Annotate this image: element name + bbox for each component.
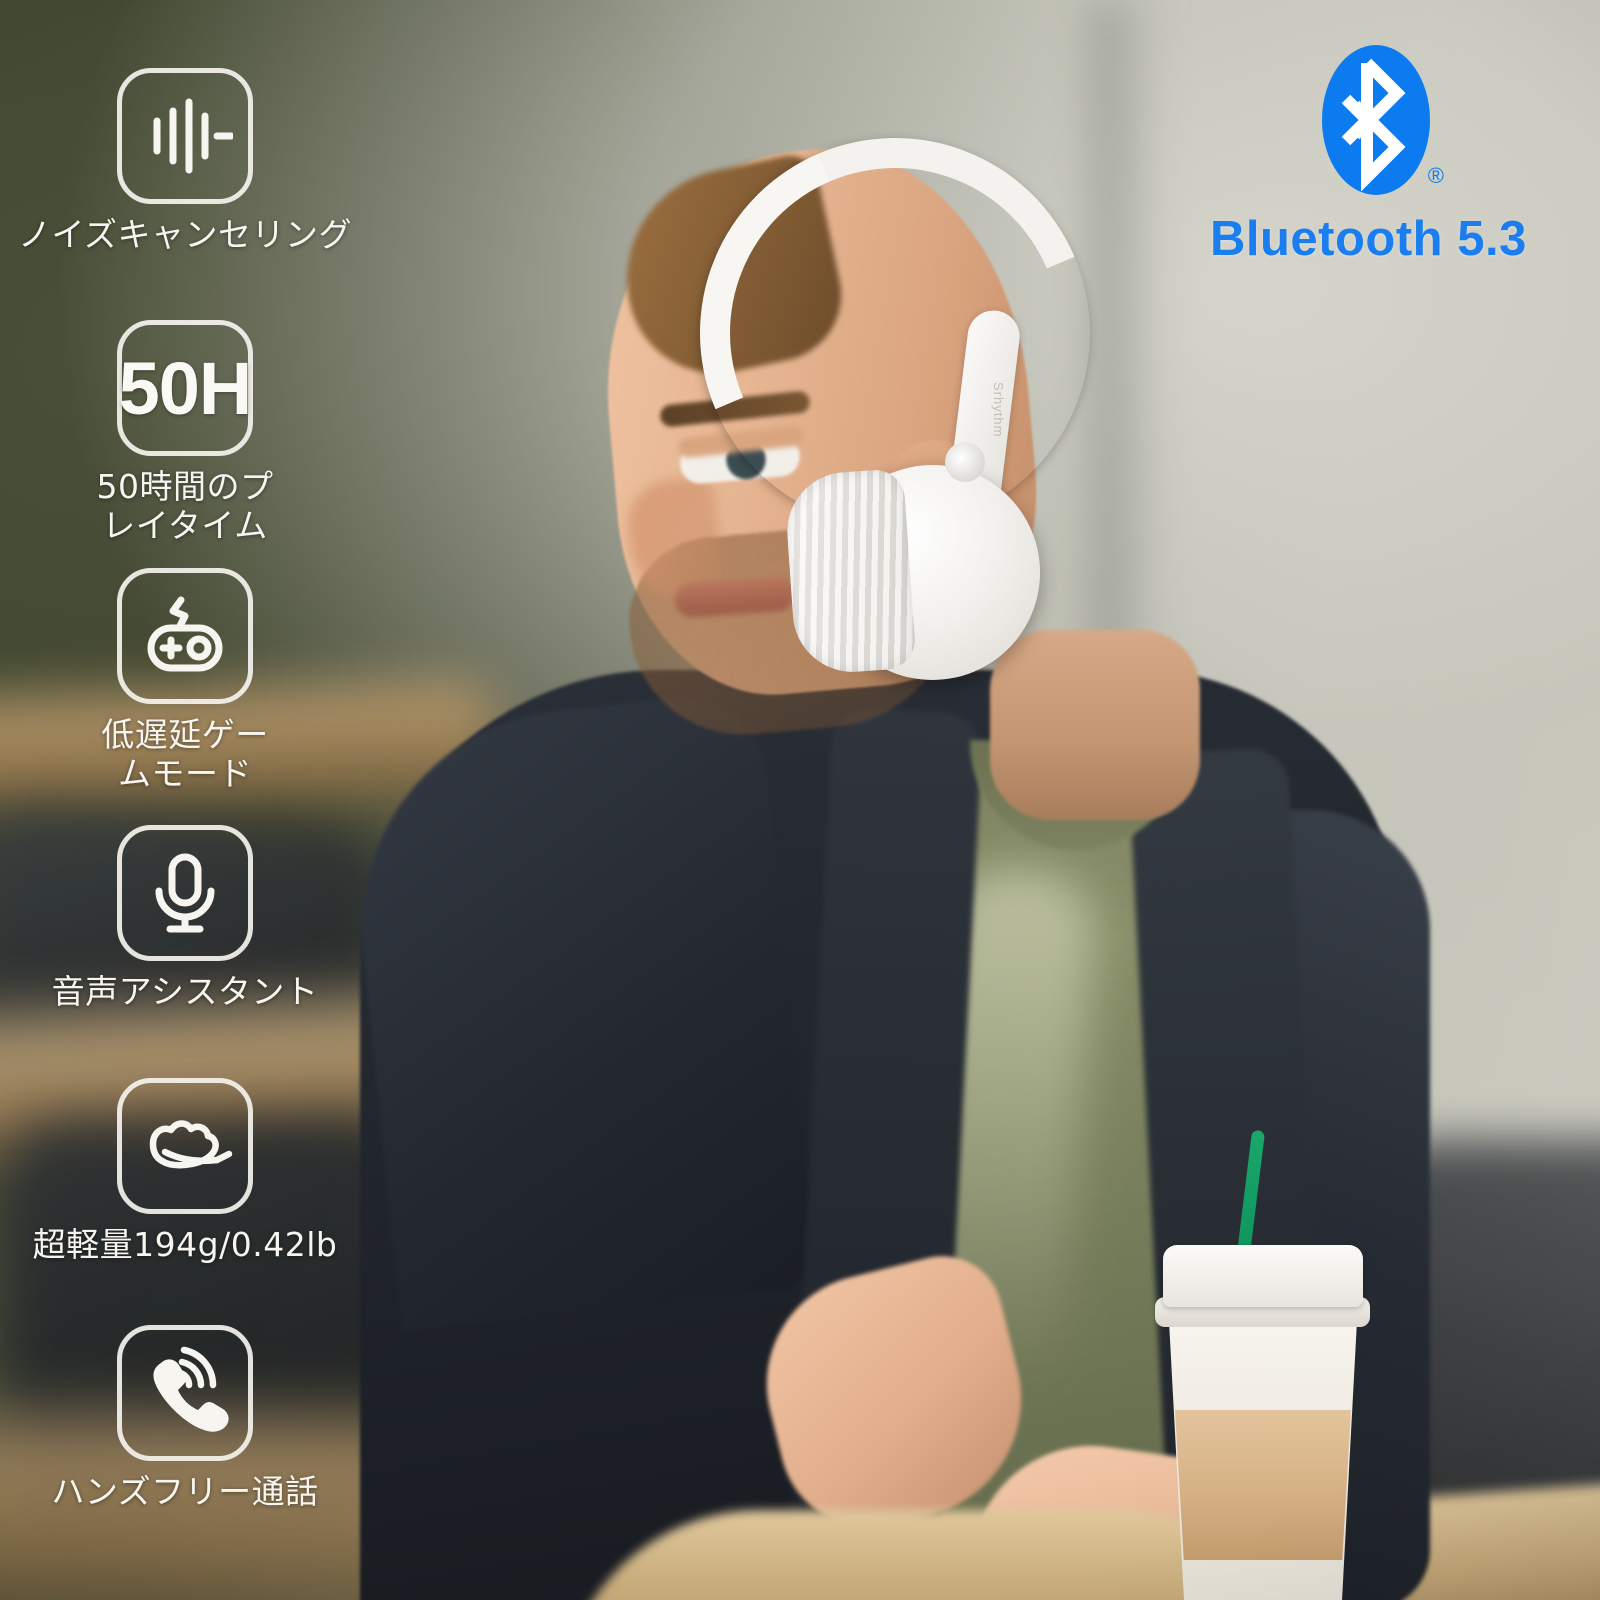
phone-waves-icon: [117, 1325, 253, 1461]
feature-label: 超軽量194g/0.42lb: [32, 1225, 338, 1264]
feature-hands-free-call: ハンズフリー通話: [0, 1325, 385, 1512]
feature-label-line2: レイタイム: [102, 505, 268, 545]
battery-hours-icon: 50H: [117, 320, 253, 456]
white-headphones: Srhythm: [640, 79, 1149, 680]
playtime-badge: 50H: [118, 346, 253, 430]
cup-sleeve: [1175, 1410, 1351, 1560]
microphone-icon: [117, 825, 253, 961]
headphone-hinge: [945, 442, 985, 482]
feature-game-mode: 低遅延ゲー ムモード: [0, 568, 385, 794]
feature-playtime: 50H 50時間のプ レイタイム: [0, 320, 385, 546]
bluetooth-badge: ® Bluetooth 5.3: [1210, 45, 1600, 267]
sound-wave-icon: [117, 68, 253, 204]
feature-voice-assistant: 音声アシスタント: [0, 825, 385, 1012]
feature-label-line1: 50時間のプ: [96, 467, 274, 506]
product-feature-image: Srhythm ノイズキャンセリング 50H 50時間のプ レイタイム 低遅延ゲ…: [0, 0, 1600, 1600]
coffee-cup: [1155, 1129, 1370, 1600]
feature-noise-cancelling: ノイズキャンセリング: [0, 68, 385, 255]
bluetooth-version-label: Bluetooth 5.3: [1210, 212, 1527, 266]
bluetooth-icon: ®: [1322, 45, 1444, 195]
feature-label: 音声アシスタント: [51, 972, 319, 1011]
registered-mark: ®: [1427, 163, 1444, 188]
hoodie-shoulder: [339, 689, 821, 1331]
feature-label-line2: ムモード: [118, 753, 252, 793]
feather-icon: [117, 1078, 253, 1214]
feature-label: ハンズフリー通話: [51, 1472, 319, 1511]
headphone-earpad: [783, 468, 917, 676]
feature-label-line1: 低遅延ゲー: [101, 715, 269, 754]
headphone-brand-text: Srhythm: [991, 382, 1006, 438]
feature-label: ノイズキャンセリング: [17, 215, 352, 254]
feature-label: 50時間のプ レイタイム: [0, 467, 385, 546]
feature-label: 低遅延ゲー ムモード: [0, 715, 385, 794]
feature-list: ノイズキャンセリング 50H 50時間のプ レイタイム 低遅延ゲー ムモード 音…: [0, 0, 400, 1600]
cup-lid: [1163, 1245, 1363, 1307]
feature-lightweight: 超軽量194g/0.42lb: [0, 1078, 385, 1265]
gamepad-bolt-icon: [117, 568, 253, 704]
